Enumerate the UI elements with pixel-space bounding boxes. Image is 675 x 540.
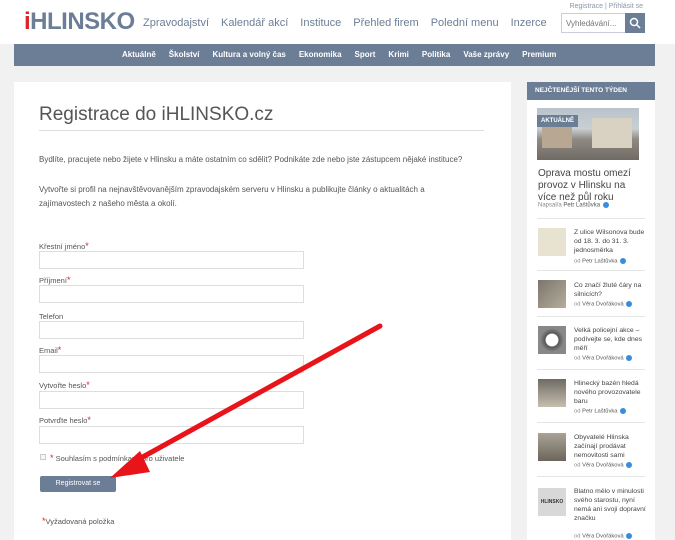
annotation-arrow: [110, 323, 383, 478]
